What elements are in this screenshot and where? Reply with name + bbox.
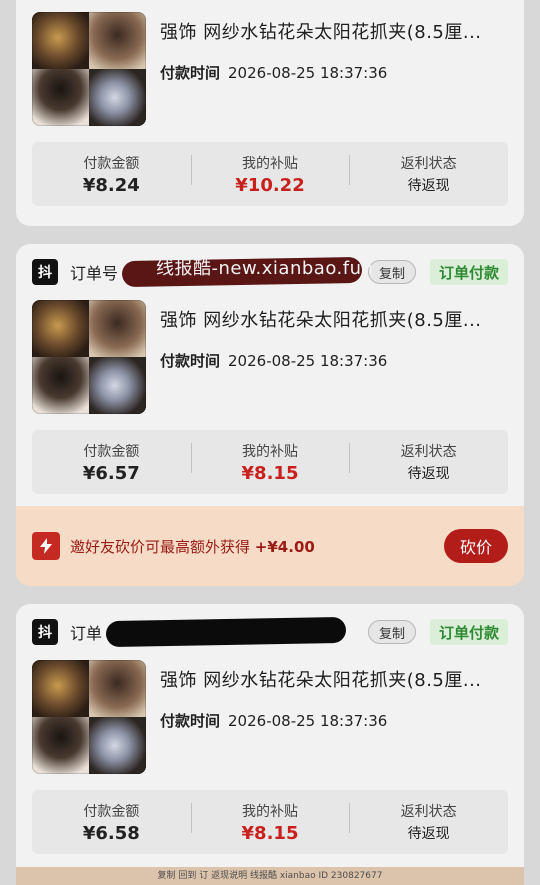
stat-value: ¥8.15 [241, 462, 299, 484]
order-number-label: 订单 [70, 624, 103, 643]
stat-value: ¥6.58 [82, 822, 140, 844]
order-stats: 付款金额 ¥8.24 我的补贴 ¥10.22 返利状态 待返现 [32, 142, 508, 206]
stat-pay-amount: 付款金额 ¥6.58 [32, 801, 191, 844]
copy-button[interactable]: 复制 [368, 620, 416, 644]
stat-rebate-status: 返利状态 待返现 [349, 153, 508, 195]
stat-pay-amount: 付款金额 ¥6.57 [32, 441, 191, 484]
product-thumbnail[interactable] [32, 12, 146, 126]
bargain-button[interactable]: 砍价 [444, 529, 508, 563]
pay-time-value: 2026-08-25 18:37:36 [228, 352, 388, 370]
stat-label: 我的补贴 [242, 443, 298, 460]
order-card-header: 抖 订单 复制 订单付款 [16, 604, 524, 660]
order-stats: 付款金额 ¥6.58 我的补贴 ¥8.15 返利状态 待返现 [32, 790, 508, 854]
stat-value: ¥10.22 [235, 174, 305, 196]
stat-label: 我的补贴 [242, 803, 298, 820]
stat-label: 返利状态 [400, 156, 457, 172]
stat-subsidy: 我的补贴 ¥10.22 [190, 153, 350, 196]
watermark-text: 线报酷-new.xianbao.fun [156, 258, 374, 279]
stat-label: 付款金额 [83, 803, 140, 820]
promo-text-prefix: 邀好友砍价可最高额外获得 [70, 537, 251, 556]
stat-subsidy: 我的补贴 ¥8.15 [190, 801, 350, 844]
stat-value: 待返现 [407, 466, 450, 482]
product-thumbnail[interactable] [32, 300, 146, 414]
stat-value: ¥8.24 [82, 174, 140, 196]
stat-label: 返利状态 [400, 804, 457, 820]
stat-value: ¥8.15 [241, 822, 299, 844]
pay-time-value: 2026-08-25 18:37:36 [228, 712, 388, 730]
stat-label: 付款金额 [83, 443, 140, 460]
bottom-watermark-strip: 复制 回到 订 返现说明 线报酷 xianbao ID 230827677 [16, 867, 524, 885]
stat-rebate-status: 返利状态 待返现 [349, 441, 508, 483]
order-card-header: 抖 订单号 线报酷-new.xianbao.fun 复制 订单付款 [16, 244, 524, 300]
pay-time: 付款时间 2026-08-25 18:37:36 [160, 710, 506, 731]
stat-value: 待返现 [407, 826, 450, 842]
douyin-icon: 抖 [32, 259, 58, 285]
stat-value: ¥6.57 [82, 462, 140, 484]
stat-label: 返利状态 [400, 444, 457, 460]
pay-time: 付款时间 2026-08-25 18:37:36 [160, 350, 506, 371]
order-card-header [16, 0, 524, 12]
product-row[interactable]: 强饰 网纱水钻花朵太阳花抓夹(8.5厘... 付款时间 2026-08-25 18… [16, 660, 524, 774]
order-stats: 付款金额 ¥6.57 我的补贴 ¥8.15 返利状态 待返现 [32, 430, 508, 494]
product-thumbnail[interactable] [32, 660, 146, 774]
copy-button[interactable]: 复制 [368, 260, 416, 284]
order-card[interactable]: 抖 订单 复制 订单付款 强饰 网纱水钻花朵太阳花抓夹(8.5厘... 付款时间… [16, 604, 524, 867]
order-card[interactable]: 强饰 网纱水钻花朵太阳花抓夹(8.5厘... 付款时间 2026-08-25 18… [16, 0, 524, 226]
product-title[interactable]: 强饰 网纱水钻花朵太阳花抓夹(8.5厘... [160, 306, 506, 332]
stat-label: 付款金额 [83, 155, 140, 172]
stat-label: 我的补贴 [242, 155, 298, 172]
redacted-order-number [105, 616, 347, 648]
stat-rebate-status: 返利状态 待返现 [349, 801, 508, 843]
bargain-promo-bar[interactable]: 邀好友砍价可最高额外获得 +¥4.00 砍价 [16, 506, 524, 586]
status-badge: 订单付款 [430, 259, 508, 285]
pay-time-value: 2026-08-25 18:37:36 [228, 64, 388, 82]
order-card[interactable]: 抖 订单号 线报酷-new.xianbao.fun 复制 订单付款 强饰 网纱水… [16, 244, 524, 506]
stat-pay-amount: 付款金额 ¥8.24 [32, 153, 191, 196]
lightning-icon [32, 532, 60, 560]
status-badge: 订单付款 [430, 619, 508, 645]
product-row[interactable]: 强饰 网纱水钻花朵太阳花抓夹(8.5厘... 付款时间 2026-08-25 18… [16, 300, 524, 414]
pay-time-label: 付款时间 [160, 352, 221, 370]
product-row[interactable]: 强饰 网纱水钻花朵太阳花抓夹(8.5厘... 付款时间 2026-08-25 18… [16, 12, 524, 126]
promo-bonus: +¥4.00 [254, 537, 315, 556]
pay-time: 付款时间 2026-08-25 18:37:36 [160, 62, 506, 83]
stat-subsidy: 我的补贴 ¥8.15 [190, 441, 350, 484]
stat-value: 待返现 [407, 178, 450, 194]
order-number-label: 订单号 [70, 264, 119, 283]
pay-time-label: 付款时间 [160, 64, 221, 82]
douyin-icon: 抖 [32, 619, 58, 645]
pay-time-label: 付款时间 [160, 712, 221, 730]
promo-text: 邀好友砍价可最高额外获得 +¥4.00 [70, 536, 315, 557]
product-title[interactable]: 强饰 网纱水钻花朵太阳花抓夹(8.5厘... [160, 18, 506, 44]
product-title[interactable]: 强饰 网纱水钻花朵太阳花抓夹(8.5厘... [160, 666, 506, 692]
